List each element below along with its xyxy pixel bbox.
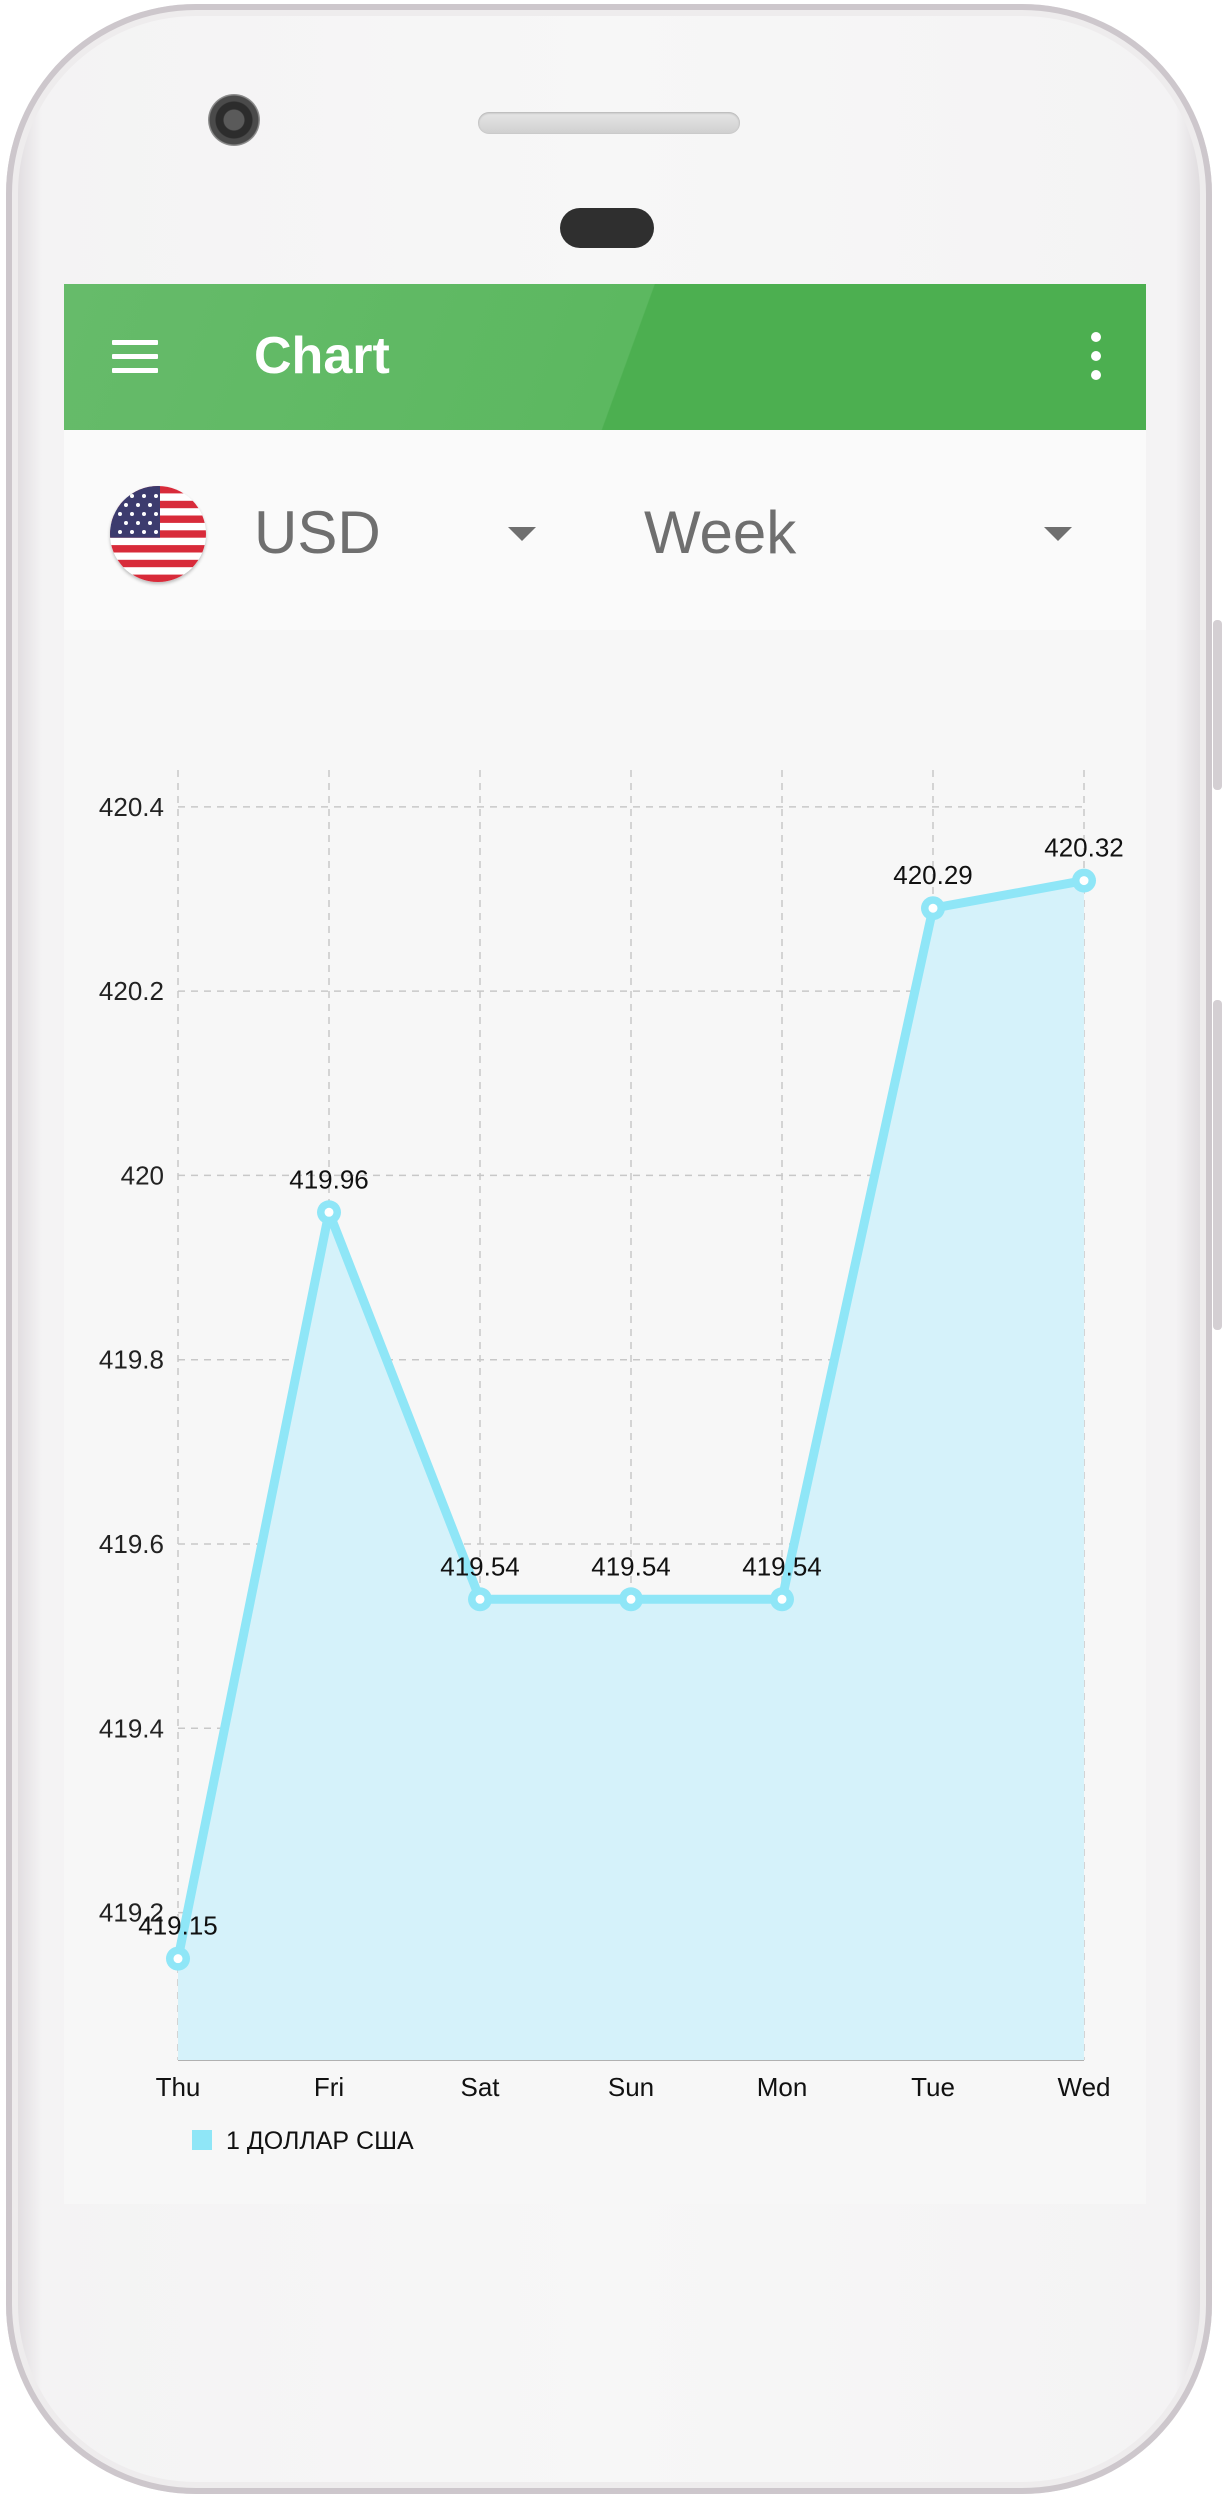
chart-controls: USD Week [64,430,1146,630]
data-point-center [173,1954,183,1964]
data-point-center [928,903,938,913]
data-label: 419.54 [440,1551,520,1581]
currency-value: USD [254,499,381,566]
x-tick-label: Mon [757,2072,808,2102]
data-point-center [777,1594,787,1604]
front-camera [208,94,260,146]
data-point-center [475,1594,485,1604]
y-tick-label: 419.6 [99,1529,164,1559]
more-vertical-icon[interactable] [1076,328,1116,386]
data-label: 419.15 [138,1911,218,1941]
period-value: Week [644,499,797,566]
chart-area: 419.2 419.4 419.6 419.8 420 420.2 420.4 419.15 4… [64,630,1146,2204]
y-tick-label: 419.4 [99,1713,164,1743]
x-tick-label: Thu [156,2072,201,2102]
legend-label: 1 ДОЛЛАР США [226,2127,414,2155]
app-title: Chart [254,327,390,385]
data-point-center [626,1594,636,1604]
period-dropdown[interactable]: Week [644,498,1114,570]
legend-swatch [192,2130,212,2150]
data-label: 420.32 [1044,833,1124,863]
data-point-center [324,1207,334,1217]
x-tick-label: Wed [1058,2072,1111,2102]
y-tick-label: 420 [121,1160,164,1190]
x-tick-label: Fri [314,2072,344,2102]
y-tick-label: 419.8 [99,1345,164,1375]
app-screen: Chart USD Week 419.2 419.4 419.6 419.8 4… [64,284,1146,2204]
dropdown-arrow-icon [508,527,536,541]
data-point-center [1079,876,1089,886]
hamburger-menu-icon[interactable] [102,334,164,380]
x-tick-label: Sun [608,2072,654,2102]
volume-button [1213,620,1222,790]
data-label: 419.54 [591,1551,671,1581]
power-button [1213,1000,1222,1330]
data-label: 420.29 [893,860,973,890]
y-tick-label: 420.4 [99,792,164,822]
earpiece-speaker [478,112,740,134]
us-flag-icon [110,486,206,582]
exchange-rate-chart: 419.2419.4419.6419.8420420.2420.4419.154… [99,770,1124,2155]
x-tick-label: Sat [460,2072,500,2102]
app-bar: Chart [64,284,1146,430]
proximity-sensor [560,208,654,248]
currency-dropdown[interactable]: USD [254,498,554,570]
y-tick-label: 420.2 [99,976,164,1006]
data-label: 419.96 [289,1164,369,1194]
dropdown-arrow-icon [1044,527,1072,541]
x-tick-label: Tue [911,2072,955,2102]
data-label: 419.54 [742,1551,822,1581]
